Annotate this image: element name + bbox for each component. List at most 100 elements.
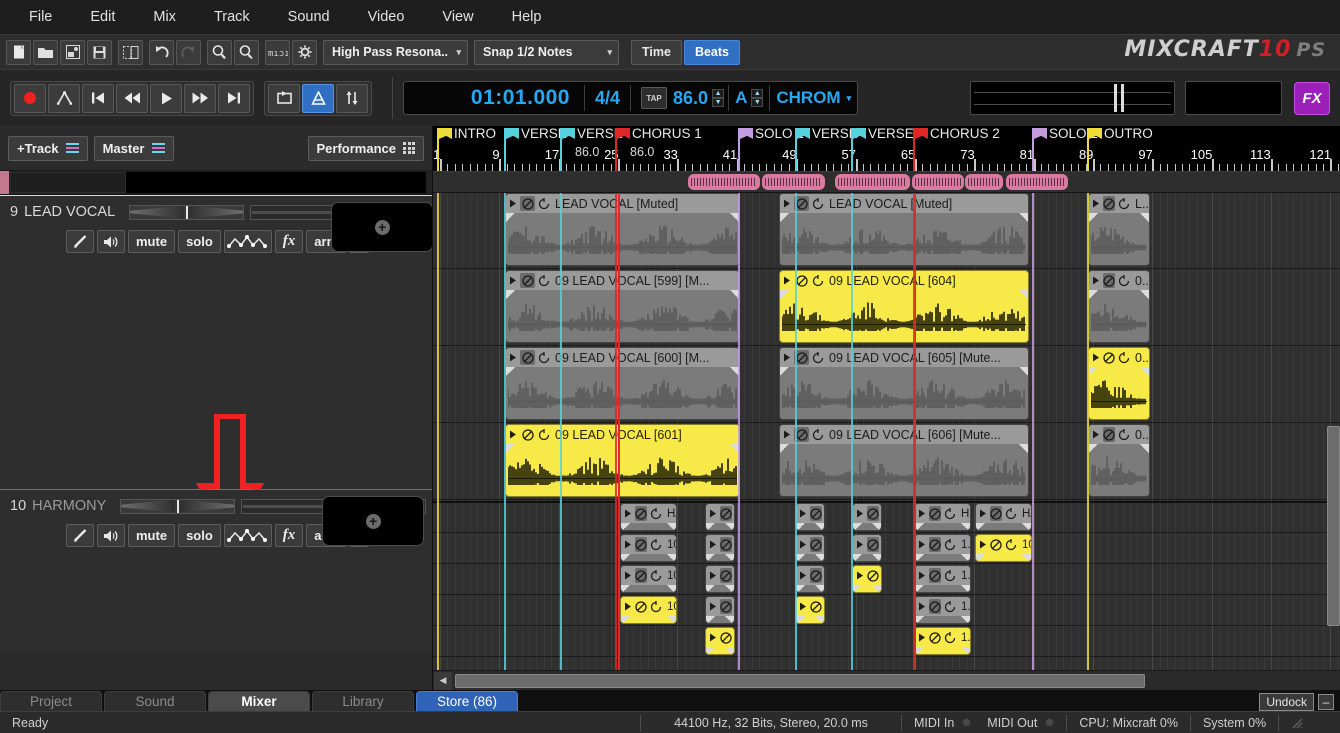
clip-play-icon[interactable] <box>856 509 864 518</box>
clip-mute-icon[interactable] <box>520 427 535 442</box>
audio-clip[interactable]: 1... <box>914 565 971 593</box>
fade-in-handle[interactable] <box>1089 290 1098 299</box>
fade-out-handle[interactable] <box>1019 367 1028 376</box>
clip-body[interactable] <box>915 554 970 561</box>
metronome-button[interactable] <box>302 83 334 113</box>
clip-header[interactable]: LEAD VOCAL [Muted] <box>506 194 739 213</box>
record-button[interactable] <box>14 83 46 113</box>
clip-play-icon[interactable] <box>1092 199 1100 208</box>
clip-header[interactable]: 10 ... <box>621 566 676 585</box>
clip-header[interactable]: 09 LEAD VOCAL [599] [M... <box>506 271 739 290</box>
tap-tempo-button[interactable]: TAP <box>641 87 668 109</box>
clip-loop-icon[interactable] <box>944 507 956 520</box>
clip-header[interactable]: ... <box>853 504 881 523</box>
clip-play-icon[interactable] <box>1092 353 1100 362</box>
clip-body[interactable] <box>621 616 676 623</box>
collapsed-track-lane[interactable] <box>433 172 1340 193</box>
fade-out-handle[interactable] <box>1019 290 1028 299</box>
clip-header[interactable]: 10 ... <box>621 535 676 554</box>
clip-header[interactable]: 09 LEAD VOCAL [605] [Mute... <box>780 348 1028 367</box>
playhead[interactable] <box>618 193 620 670</box>
minimize-panel-button[interactable]: – <box>1318 694 1334 710</box>
master-fx-button[interactable]: FX <box>1294 81 1330 115</box>
fade-in-handle[interactable] <box>506 290 515 299</box>
clip-body[interactable] <box>1089 444 1149 496</box>
scroll-thumb[interactable] <box>455 673 1145 688</box>
clip-loop-icon[interactable] <box>650 600 662 613</box>
clip-body[interactable] <box>796 616 824 623</box>
clip-loop-icon[interactable] <box>538 197 550 210</box>
clip-mute-icon[interactable] <box>720 630 732 645</box>
clip-mute-icon[interactable] <box>720 599 732 614</box>
clip-body[interactable] <box>915 523 970 530</box>
audio-clip[interactable]: 1... <box>914 534 971 562</box>
clip-body[interactable] <box>915 616 970 623</box>
clip-mute-icon[interactable] <box>720 506 732 521</box>
clip-header[interactable]: 0... <box>1089 348 1149 367</box>
clip-play-icon[interactable] <box>709 633 717 642</box>
mute-button-9[interactable]: mute <box>128 230 176 253</box>
playback-time[interactable]: 01:01.000 <box>404 82 584 114</box>
tempo-spinner[interactable]: ▲ ▼ <box>712 89 725 107</box>
fx-rack-10[interactable]: + <box>322 496 425 546</box>
clip-loop-icon[interactable] <box>538 351 550 364</box>
tab-library[interactable]: Library <box>312 691 414 711</box>
clip-play-icon[interactable] <box>856 571 864 580</box>
clip-header[interactable]: L... <box>1089 194 1149 213</box>
clip-body[interactable] <box>1089 213 1149 265</box>
timeline-marker[interactable]: VERSE <box>504 127 567 171</box>
clip-play-icon[interactable] <box>783 276 791 285</box>
clip-header[interactable]: ... <box>853 535 881 554</box>
clip-play-icon[interactable] <box>709 509 717 518</box>
clip-play-icon[interactable] <box>1092 276 1100 285</box>
clip-mute-icon[interactable] <box>867 568 879 583</box>
clip-play-icon[interactable] <box>856 540 864 549</box>
clip-mute-icon[interactable] <box>520 273 535 288</box>
clip-loop-icon[interactable] <box>650 538 662 551</box>
clip-play-icon[interactable] <box>624 571 632 580</box>
clip-loop-icon[interactable] <box>1118 197 1130 210</box>
clip-loop-icon[interactable] <box>1118 428 1130 441</box>
clip-play-icon[interactable] <box>624 509 632 518</box>
fade-out-handle[interactable] <box>1019 444 1028 453</box>
track-edit-pencil-icon[interactable] <box>66 524 94 547</box>
fade-in-handle[interactable] <box>506 444 515 453</box>
audio-clip[interactable]: ... <box>852 503 882 531</box>
pan-slider[interactable] <box>129 204 245 220</box>
fade-in-handle[interactable] <box>506 213 515 222</box>
audio-clip[interactable]: LEAD VOCAL [Muted] <box>779 193 1029 266</box>
fade-in-handle[interactable] <box>1089 444 1098 453</box>
clip-header[interactable]: ... <box>796 535 824 554</box>
go-to-end-button[interactable] <box>218 83 250 113</box>
audio-clip[interactable]: ... <box>852 565 882 593</box>
clip-mute-icon[interactable] <box>635 568 647 583</box>
clip-body[interactable] <box>915 585 970 592</box>
resize-grip-icon[interactable] <box>1279 712 1315 733</box>
clip-body[interactable] <box>853 585 881 592</box>
clip-body[interactable] <box>621 585 676 592</box>
clip-body[interactable] <box>506 367 739 419</box>
audio-clip[interactable]: 0... <box>1088 347 1150 420</box>
audio-clip[interactable]: LEAD VOCAL [Muted] <box>505 193 740 266</box>
clip-mute-icon[interactable] <box>1103 273 1115 288</box>
clip-body[interactable] <box>796 554 824 561</box>
master-button[interactable]: Master <box>93 135 174 161</box>
clip-play-icon[interactable] <box>783 199 791 208</box>
audio-clip[interactable]: 09 LEAD VOCAL [600] [M... <box>505 347 740 420</box>
clip-body[interactable] <box>976 523 1031 530</box>
fade-in-handle[interactable] <box>780 290 789 299</box>
clip-header[interactable]: 0... <box>1089 425 1149 444</box>
clip-body[interactable] <box>706 523 734 530</box>
solo-button-9[interactable]: solo <box>178 230 221 253</box>
clip-play-icon[interactable] <box>709 540 717 549</box>
redo-icon[interactable] <box>176 39 201 65</box>
fade-in-handle[interactable] <box>1089 213 1098 222</box>
fade-out-handle[interactable] <box>1019 213 1028 222</box>
clip-body[interactable] <box>780 213 1028 265</box>
timeline-marker[interactable]: VERSE 86.0 <box>560 127 623 171</box>
loop-button[interactable] <box>268 83 300 113</box>
clip-loop-icon[interactable] <box>650 569 662 582</box>
clip-mute-icon[interactable] <box>520 196 535 211</box>
clip-loop-icon[interactable] <box>1005 538 1017 551</box>
menu-item-edit[interactable]: Edit <box>71 5 134 29</box>
